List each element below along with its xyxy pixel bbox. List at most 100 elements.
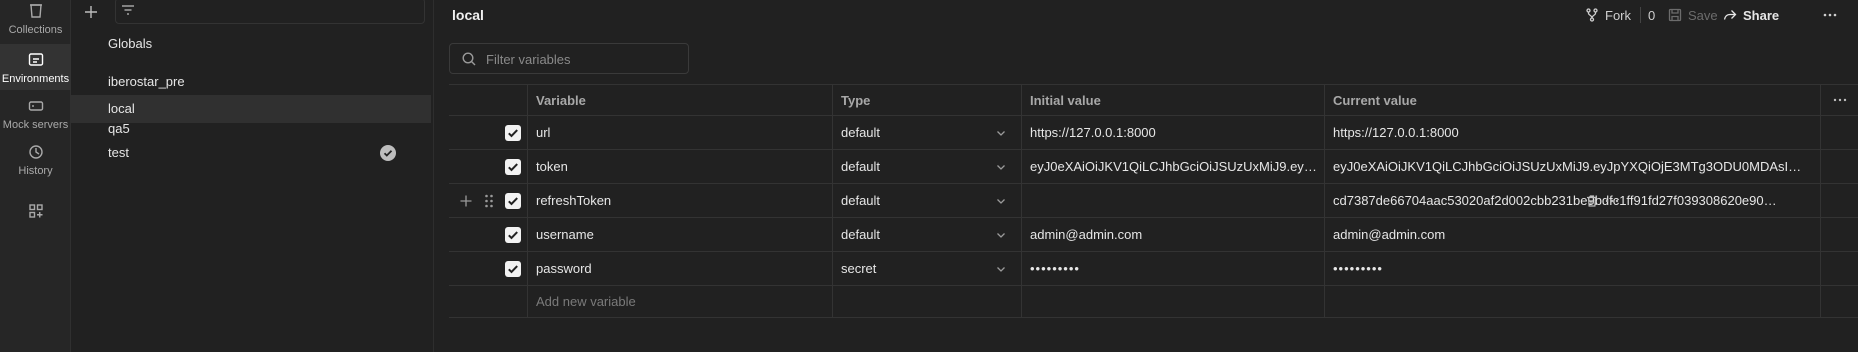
current-value-cell[interactable]: ••••••••• — [1324, 252, 1820, 285]
share-label: Share — [1743, 7, 1780, 23]
save-label: Save — [1688, 7, 1718, 23]
rail-configure-workbench[interactable] — [0, 202, 71, 226]
share-icon — [1722, 7, 1738, 23]
empty-type-cell — [832, 286, 1021, 317]
current-value-text: admin@admin.com — [1333, 227, 1446, 242]
delete-row-button[interactable] — [1585, 194, 1599, 208]
save-button[interactable]: Save — [1667, 5, 1718, 25]
plus-icon — [85, 6, 97, 18]
empty-current-cell — [1324, 286, 1820, 317]
chevron-down-icon — [997, 266, 1005, 272]
type-dropdown[interactable]: default — [832, 150, 1021, 183]
type-value: default — [841, 227, 881, 242]
save-icon — [1667, 7, 1683, 23]
fork-divider — [1640, 7, 1641, 23]
active-environment-check-icon[interactable] — [380, 145, 396, 161]
row-end-cell — [1820, 252, 1858, 285]
add-variable-row: Add new variable — [449, 286, 1858, 318]
row-more-button[interactable] — [1604, 194, 1620, 208]
enable-checkbox[interactable] — [505, 261, 521, 277]
initial-value-text: admin@admin.com — [1030, 227, 1143, 242]
initial-value-cell[interactable]: eyJ0eXAiOiJKV1QiLCJhbGciOiJSUzUxMiJ9.eyJ… — [1021, 150, 1324, 183]
search-icon — [461, 51, 477, 67]
initial-value-text: https://127.0.0.1:8000 — [1030, 125, 1156, 140]
current-value-cell[interactable]: cd7387de66704aac53020af2d002cbb231be9bdf… — [1324, 184, 1820, 217]
type-dropdown[interactable]: default — [832, 116, 1021, 149]
type-value: default — [841, 125, 881, 140]
fork-count: 0 — [1648, 7, 1656, 23]
environment-item-label: qa5 — [108, 121, 130, 136]
checkmark-icon — [508, 197, 518, 206]
share-button[interactable]: Share — [1722, 5, 1779, 25]
initial-value-text: eyJ0eXAiOiJKV1QiLCJhbGciOiJSUzUxMiJ9.eyJ… — [1030, 159, 1318, 174]
enable-checkbox[interactable] — [505, 125, 521, 141]
environment-item-label: Globals — [108, 36, 153, 51]
environments-icon — [27, 51, 45, 69]
environment-editor: local Fork 0 Save Share Variable — [434, 0, 1858, 352]
rail-collections[interactable]: Collections — [0, 0, 71, 38]
create-environment-button[interactable] — [81, 2, 101, 22]
initial-value-text: ••••••••• — [1030, 261, 1080, 276]
current-value-text: ••••••••• — [1333, 261, 1383, 276]
mock-servers-icon — [27, 97, 45, 115]
variable-name-cell[interactable]: url — [527, 116, 832, 149]
table-row: refreshToken default cd7387de66704aac530… — [449, 184, 1858, 218]
fork-label: Fork — [1605, 7, 1631, 23]
row-end-cell — [1820, 150, 1858, 183]
column-options-button[interactable] — [1820, 85, 1858, 115]
table-header-row: Variable Type Initial value Current valu… — [449, 84, 1858, 116]
table-row: url default https://127.0.0.1:8000 https… — [449, 116, 1858, 150]
row-end-cell — [1820, 286, 1858, 317]
add-new-variable-input[interactable]: Add new variable — [527, 286, 832, 317]
initial-value-cell[interactable]: https://127.0.0.1:8000 — [1021, 116, 1324, 149]
column-header-initial-value: Initial value — [1021, 85, 1324, 115]
environment-item-test[interactable]: test — [71, 139, 431, 167]
initial-value-cell[interactable]: admin@admin.com — [1021, 218, 1324, 251]
rail-mock-servers-label: Mock servers — [2, 119, 69, 131]
initial-value-cell[interactable] — [1021, 184, 1324, 217]
rail-environments[interactable]: Environments — [0, 44, 71, 90]
environment-item-globals[interactable]: Globals — [71, 30, 431, 58]
filter-variables-input[interactable] — [486, 50, 681, 68]
chevron-down-icon — [997, 232, 1005, 238]
variable-name-cell[interactable]: token — [527, 150, 832, 183]
environment-item-label: iberostar_pre — [108, 74, 185, 89]
type-dropdown[interactable]: default — [832, 218, 1021, 251]
table-row: token default eyJ0eXAiOiJKV1QiLCJhbGciOi… — [449, 150, 1858, 184]
column-header-type: Type — [832, 85, 1021, 115]
fork-icon — [1584, 7, 1600, 23]
rail-history-label: History — [18, 165, 53, 177]
enable-checkbox[interactable] — [505, 193, 521, 209]
checkmark-icon — [508, 163, 518, 172]
type-dropdown[interactable]: default — [832, 184, 1021, 217]
chevron-down-icon — [997, 130, 1005, 136]
drag-handle[interactable] — [482, 193, 496, 209]
current-value-text: https://127.0.0.1:8000 — [1333, 125, 1459, 140]
current-value-cell[interactable]: admin@admin.com — [1324, 218, 1820, 251]
drag-handle-icon — [485, 194, 493, 208]
rail-mock-servers[interactable]: Mock servers — [0, 95, 71, 141]
rail-history[interactable]: History — [0, 141, 71, 187]
environment-item-iberostar-pre[interactable]: iberostar_pre — [71, 68, 431, 96]
initial-value-cell[interactable]: ••••••••• — [1021, 252, 1324, 285]
environment-item-label: test — [108, 145, 129, 160]
current-value-cell[interactable]: https://127.0.0.1:8000 — [1324, 116, 1820, 149]
environment-search-box[interactable] — [115, 0, 425, 24]
row-end-cell — [1820, 218, 1858, 251]
fork-button[interactable]: Fork 0 — [1584, 5, 1655, 25]
empty-initial-cell — [1021, 286, 1324, 317]
more-actions-button[interactable] — [1822, 5, 1838, 25]
variable-name-cell[interactable]: password — [527, 252, 832, 285]
add-row-button[interactable] — [459, 194, 473, 208]
enable-checkbox[interactable] — [505, 159, 521, 175]
current-value-text: eyJ0eXAiOiJKV1QiLCJhbGciOiJSUzUxMiJ9.eyJ… — [1333, 159, 1803, 174]
type-dropdown[interactable]: secret — [832, 252, 1021, 285]
environment-item-label: local — [108, 101, 135, 116]
type-value: default — [841, 193, 881, 208]
enable-checkbox[interactable] — [505, 227, 521, 243]
environment-list-toolbar — [71, 0, 434, 24]
variable-name-cell[interactable]: username — [527, 218, 832, 251]
variable-name-cell[interactable]: refreshToken — [527, 184, 832, 217]
rail-collections-label: Collections — [8, 24, 63, 36]
current-value-cell[interactable]: eyJ0eXAiOiJKV1QiLCJhbGciOiJSUzUxMiJ9.eyJ… — [1324, 150, 1820, 183]
